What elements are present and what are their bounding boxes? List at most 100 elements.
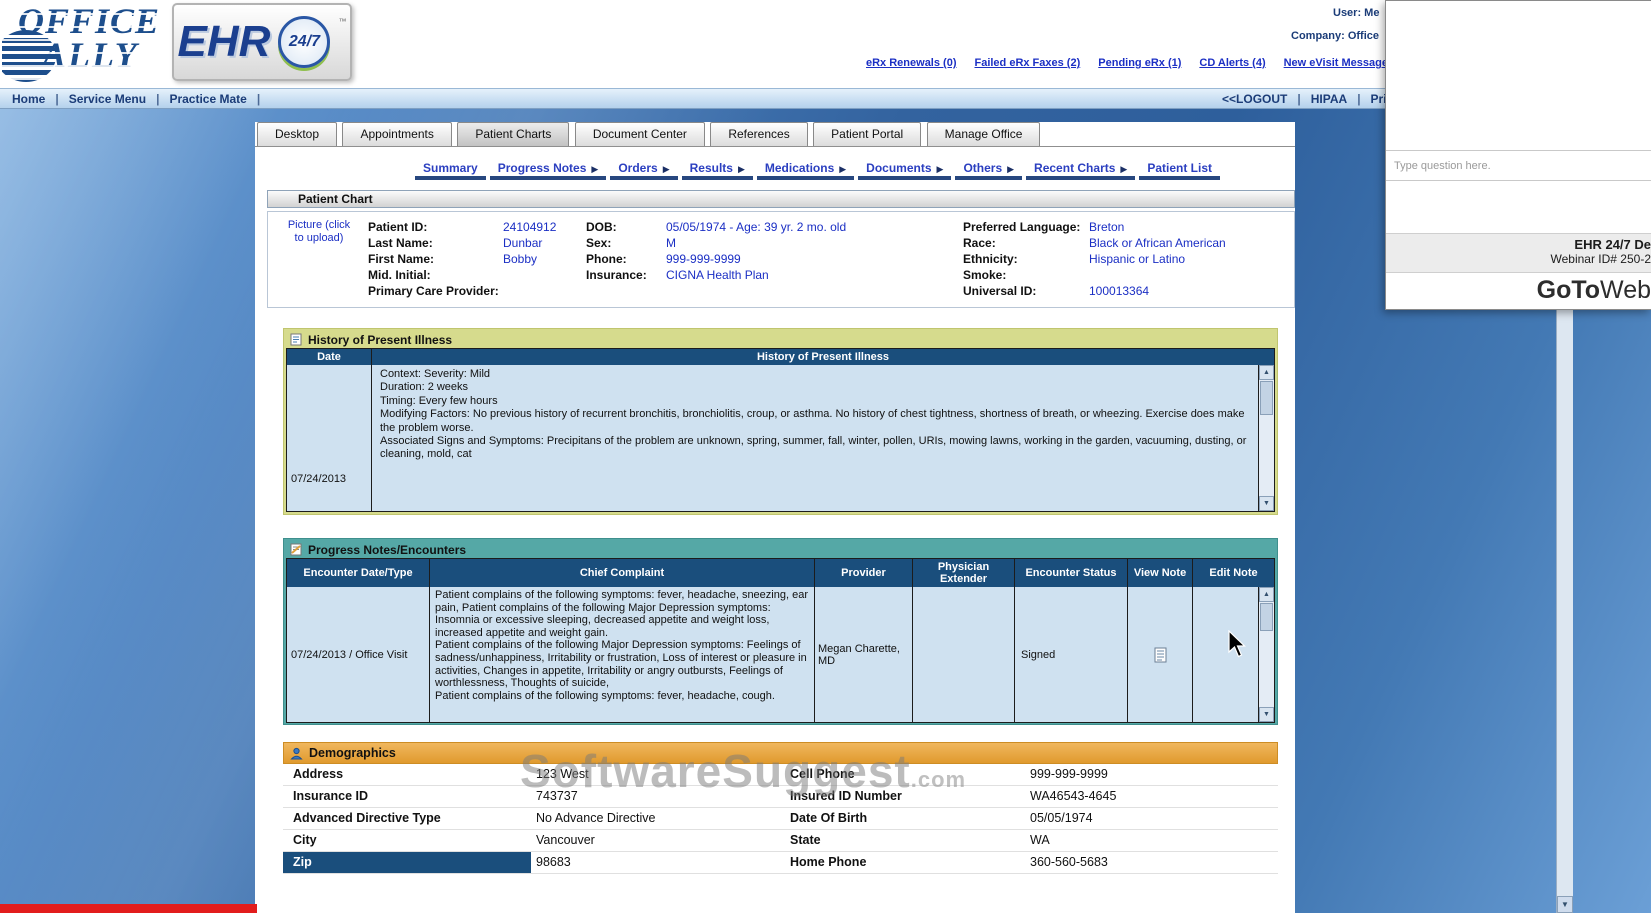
nav-logout[interactable]: <<LOGOUT [1222, 92, 1287, 106]
field-label: Patient ID: [368, 219, 503, 235]
tab-patient-portal[interactable]: Patient Portal [813, 122, 921, 146]
encounter-date: 07/24/2013 / Office Visit [291, 649, 407, 661]
patient-info-col2: DOB:05/05/1974 - Age: 39 yr. 2 mo. old S… [586, 219, 846, 283]
webinar-question-input[interactable] [1386, 151, 1651, 181]
field-value: 100013364 [1089, 284, 1149, 298]
hpi-scrollbar[interactable]: ▲ ▼ [1258, 365, 1274, 511]
encounters-scrollbar[interactable]: ▲ ▼ [1258, 587, 1274, 722]
subtab-summary[interactable]: Summary [415, 161, 486, 180]
subtab-medications[interactable]: Medications▶ [757, 161, 854, 180]
subtab-patient-list[interactable]: Patient List [1139, 161, 1220, 180]
subtab-documents[interactable]: Documents▶ [858, 161, 951, 180]
tab-references[interactable]: References [710, 122, 807, 146]
field-label: Primary Care Provider: [368, 283, 503, 299]
nav-practice-mate[interactable]: Practice Mate [169, 92, 246, 106]
subtab-label: Orders [618, 161, 657, 175]
webinar-info-strip: EHR 24/7 De Webinar ID# 250-2 [1386, 233, 1651, 273]
section-title: History of Present Illness [308, 333, 452, 347]
column-header-encounter-date: Encounter Date/Type [287, 559, 430, 587]
subtab-progress-notes[interactable]: Progress Notes▶ [490, 161, 607, 180]
scroll-up-button[interactable]: ▲ [1259, 587, 1274, 602]
view-note-cell [1128, 587, 1193, 722]
logo-ally-text: ALLY [42, 34, 139, 76]
link-cd-alerts[interactable]: CD Alerts (4) [1199, 57, 1265, 69]
view-note-icon[interactable] [1154, 647, 1167, 663]
webinar-title: EHR 24/7 De [1386, 237, 1651, 252]
section-title: Demographics [309, 746, 396, 760]
demo-value: WA [1025, 830, 1278, 851]
link-pending-erx[interactable]: Pending eRx (1) [1098, 57, 1181, 69]
field-label: Sex: [586, 235, 666, 251]
tab-appointments[interactable]: Appointments [342, 122, 451, 146]
tab-desktop[interactable]: Desktop [257, 122, 337, 146]
tab-manage-office[interactable]: Manage Office [927, 122, 1041, 146]
subtab-others[interactable]: Others▶ [955, 161, 1022, 180]
navbar-left: Home | Service Menu | Practice Mate | [12, 92, 260, 106]
tab-document-center[interactable]: Document Center [575, 122, 705, 146]
subtab-label: Recent Charts [1034, 161, 1115, 175]
table-row: 07/24/2013 Context: Severity: Mild Durat… [287, 365, 1274, 511]
scrollbar-thumb[interactable] [1260, 603, 1273, 631]
scroll-up-button[interactable]: ▲ [1259, 365, 1274, 380]
demo-value: No Advance Directive [531, 808, 780, 829]
subtab-recent-charts[interactable]: Recent Charts▶ [1026, 161, 1135, 180]
column-header-encounter-status: Encounter Status [1015, 559, 1128, 587]
main-navbar: Home | Service Menu | Practice Mate | <<… [0, 88, 1556, 109]
nav-home[interactable]: Home [12, 92, 45, 106]
scrollbar-thumb[interactable] [1260, 381, 1273, 415]
erx-links-bar: eRx Renewals (0) Failed eRx Faxes (2) Pe… [866, 57, 1388, 69]
subtab-orders[interactable]: Orders ▶ [610, 161, 677, 180]
chevron-right-icon: ▶ [937, 164, 944, 174]
picture-upload-link[interactable]: Picture (click to upload) [286, 219, 352, 245]
encounters-table: Encounter Date/Type Chief Complaint Prov… [286, 558, 1275, 723]
content-panel: Desktop Appointments Patient Charts Docu… [255, 122, 1295, 913]
field-value: Bobby [503, 252, 537, 266]
webinar-id: Webinar ID# 250-2 [1386, 252, 1651, 266]
scroll-down-button[interactable]: ▼ [1259, 496, 1274, 511]
column-header-edit-note: Edit Note [1193, 559, 1274, 587]
section-title: Progress Notes/Encounters [308, 543, 466, 557]
demo-value: WA46543-4645 [1025, 786, 1278, 807]
demo-value: 123 West [531, 764, 780, 785]
table-row: Advanced Directive Type No Advance Direc… [283, 808, 1278, 830]
subtab-label: Results [690, 161, 733, 175]
chevron-right-icon: ▶ [663, 164, 670, 174]
arrow-down-icon: ▼ [1561, 900, 1569, 909]
arrow-down-icon: ▼ [1263, 500, 1270, 507]
separator: | [1357, 92, 1360, 106]
field-value: Black or African American [1089, 236, 1226, 250]
field-value: Hispanic or Latino [1089, 252, 1185, 266]
column-header-hpi: History of Present Illness [372, 349, 1274, 365]
chevron-right-icon: ▶ [1007, 164, 1014, 174]
video-progress-bar[interactable] [0, 904, 257, 913]
separator: | [257, 92, 260, 106]
field-value: Breton [1089, 220, 1124, 234]
separator: | [156, 92, 159, 106]
demo-value: Vancouver [531, 830, 780, 851]
table-row: Insurance ID 743737 Insured ID Number WA… [283, 786, 1278, 808]
hpi-table-header: Date History of Present Illness [287, 349, 1274, 365]
scroll-down-button[interactable]: ▼ [1259, 707, 1274, 722]
separator: | [55, 92, 58, 106]
link-failed-erx-faxes[interactable]: Failed eRx Faxes (2) [974, 57, 1080, 69]
demo-value: 05/05/1974 [1025, 808, 1278, 829]
patient-info-col3: Preferred Language:Breton Race:Black or … [963, 219, 1226, 299]
demo-label: Cell Phone [780, 764, 1025, 785]
demo-value: 360-560-5683 [1025, 852, 1278, 873]
field-label: DOB: [586, 219, 666, 235]
nav-service-menu[interactable]: Service Menu [69, 92, 146, 106]
company-label: Company: Office [1291, 30, 1379, 42]
nav-hipaa[interactable]: HIPAA [1311, 92, 1347, 106]
scroll-down-button[interactable]: ▼ [1557, 896, 1573, 913]
ehr-logo-text: EHR [178, 17, 271, 67]
provider-cell: Megan Charette, MD [815, 587, 913, 722]
column-header-chief-complaint: Chief Complaint [430, 559, 815, 587]
subtab-results[interactable]: Results▶ [682, 161, 753, 180]
hpi-section: History of Present Illness Date History … [283, 328, 1278, 515]
link-erx-renewals[interactable]: eRx Renewals (0) [866, 57, 956, 69]
tab-patient-charts[interactable]: Patient Charts [457, 122, 569, 146]
link-new-evisit-message[interactable]: New eVisit Message [1284, 57, 1388, 69]
encounter-status-cell: Signed [1015, 587, 1128, 722]
field-label: Smoke: [963, 267, 1089, 283]
demo-value: 98683 [531, 852, 780, 873]
